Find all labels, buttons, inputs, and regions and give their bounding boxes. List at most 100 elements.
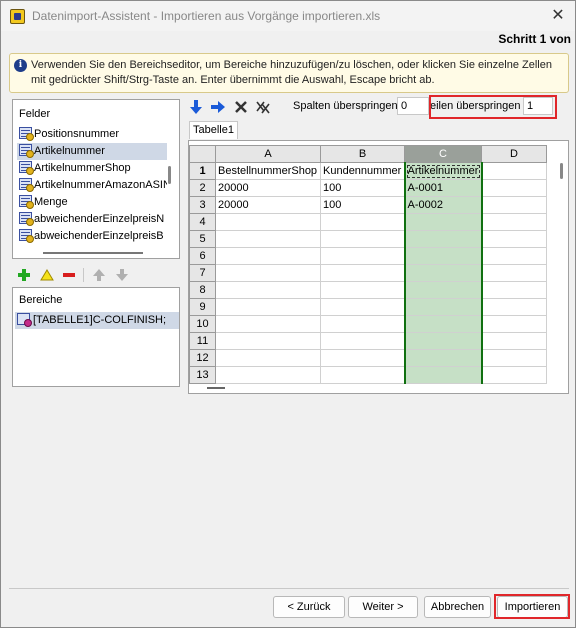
grid-cell[interactable] bbox=[481, 230, 547, 248]
grid-cell[interactable] bbox=[320, 213, 405, 231]
delete-area-icon[interactable] bbox=[61, 267, 77, 283]
grid-cell[interactable] bbox=[481, 196, 547, 214]
column-header-a[interactable]: A bbox=[215, 145, 321, 163]
grid-cell[interactable] bbox=[481, 349, 547, 367]
row-header[interactable]: 1 bbox=[189, 162, 216, 180]
grid-cell[interactable]: BestellnummerShop bbox=[215, 162, 321, 180]
grid-cell[interactable]: 100 bbox=[320, 179, 405, 197]
grid-cell[interactable] bbox=[403, 264, 483, 282]
spreadsheet[interactable]: A B C D 1 BestellnummerShop Kundennummer Artike… bbox=[188, 140, 569, 394]
grid-cell[interactable]: 100 bbox=[320, 196, 405, 214]
field-item[interactable]: abweichenderEinzelpreisN bbox=[17, 211, 167, 228]
area-item[interactable]: [TABELLE1]C-COLFINISH; bbox=[15, 312, 179, 329]
column-header-c[interactable]: C bbox=[404, 145, 482, 163]
grid-cell[interactable] bbox=[481, 162, 547, 180]
grid-cell[interactable] bbox=[320, 315, 405, 333]
grid-cell[interactable] bbox=[215, 332, 321, 350]
field-item[interactable]: Menge bbox=[17, 194, 167, 211]
clear-all-icon[interactable] bbox=[255, 99, 271, 115]
grid-cell[interactable] bbox=[481, 315, 547, 333]
add-area-icon[interactable] bbox=[16, 267, 32, 283]
fields-vertical-scrollbar[interactable] bbox=[168, 166, 171, 184]
next-button[interactable]: Weiter > bbox=[348, 596, 418, 618]
close-button[interactable]: ✕ bbox=[545, 4, 571, 28]
grid-cell[interactable] bbox=[403, 315, 483, 333]
grid-cell[interactable] bbox=[481, 247, 547, 265]
grid-cell[interactable] bbox=[403, 349, 483, 367]
cancel-button[interactable]: Abbrechen bbox=[424, 596, 491, 618]
row-header[interactable]: 8 bbox=[189, 281, 216, 299]
grid-corner[interactable] bbox=[189, 145, 216, 163]
grid-cell[interactable] bbox=[403, 281, 483, 299]
row-header[interactable]: 9 bbox=[189, 298, 216, 316]
grid-cell[interactable]: Artikelnummer bbox=[403, 162, 483, 180]
clear-selection-icon[interactable] bbox=[233, 99, 249, 115]
grid-cell[interactable] bbox=[215, 315, 321, 333]
row-header[interactable]: 3 bbox=[189, 196, 216, 214]
field-item[interactable]: ArtikelnummerAmazonASIN bbox=[17, 177, 167, 194]
grid-cell[interactable] bbox=[215, 247, 321, 265]
grid-cell[interactable] bbox=[481, 366, 547, 384]
grid-cell[interactable] bbox=[215, 281, 321, 299]
grid-cell[interactable] bbox=[215, 298, 321, 316]
grid-cell[interactable] bbox=[320, 349, 405, 367]
move-down-icon[interactable] bbox=[114, 267, 130, 283]
arrow-down-icon[interactable] bbox=[188, 99, 204, 115]
grid-cell[interactable] bbox=[481, 264, 547, 282]
row-header[interactable]: 7 bbox=[189, 264, 216, 282]
grid-cell[interactable] bbox=[320, 230, 405, 248]
row-header[interactable]: 11 bbox=[189, 332, 216, 350]
grid-cell[interactable] bbox=[215, 213, 321, 231]
skip-columns-input[interactable]: 0 bbox=[397, 97, 429, 115]
column-header-d[interactable]: D bbox=[481, 145, 547, 163]
field-item[interactable]: ArtikelnummerShop bbox=[17, 160, 167, 177]
row-header[interactable]: 13 bbox=[189, 366, 216, 384]
grid-cell[interactable] bbox=[215, 230, 321, 248]
field-item[interactable]: Artikelnummer bbox=[17, 143, 167, 160]
fields-horizontal-scrollbar[interactable] bbox=[43, 252, 143, 254]
row-header[interactable]: 2 bbox=[189, 179, 216, 197]
grid-cell[interactable] bbox=[481, 332, 547, 350]
grid-cell[interactable]: A-0001 bbox=[403, 179, 483, 197]
grid-cell[interactable]: 20000 bbox=[215, 196, 321, 214]
grid-cell[interactable] bbox=[320, 366, 405, 384]
column-header-b[interactable]: B bbox=[320, 145, 405, 163]
grid-cell[interactable] bbox=[481, 281, 547, 299]
grid-cell[interactable] bbox=[320, 264, 405, 282]
row-header[interactable]: 4 bbox=[189, 213, 216, 231]
move-up-icon[interactable] bbox=[91, 267, 107, 283]
field-item[interactable]: Positionsnummer bbox=[17, 126, 167, 143]
grid-cell[interactable] bbox=[320, 298, 405, 316]
row-header[interactable]: 6 bbox=[189, 247, 216, 265]
tab-tabelle1[interactable]: Tabelle1 bbox=[189, 121, 238, 139]
grid-cell[interactable]: 20000 bbox=[215, 179, 321, 197]
grid-cell[interactable] bbox=[215, 366, 321, 384]
grid-cell[interactable] bbox=[403, 298, 483, 316]
grid-cell[interactable] bbox=[403, 213, 483, 231]
row-header[interactable]: 5 bbox=[189, 230, 216, 248]
grid-cell[interactable] bbox=[215, 264, 321, 282]
sheet-horizontal-scrollbar[interactable] bbox=[207, 387, 225, 389]
grid-cell[interactable] bbox=[403, 366, 483, 384]
grid-cell[interactable] bbox=[403, 332, 483, 350]
back-button[interactable]: < Zurück bbox=[273, 596, 345, 618]
grid-cell[interactable] bbox=[320, 281, 405, 299]
row-header[interactable]: 10 bbox=[189, 315, 216, 333]
edit-area-icon[interactable] bbox=[39, 267, 55, 283]
grid-cell[interactable] bbox=[320, 247, 405, 265]
grid-cell[interactable] bbox=[403, 247, 483, 265]
row-header[interactable]: 12 bbox=[189, 349, 216, 367]
arrow-right-icon[interactable] bbox=[210, 99, 226, 115]
field-item[interactable]: abweichenderEinzelpreisB bbox=[17, 228, 167, 245]
grid-cell[interactable] bbox=[481, 213, 547, 231]
grid-cell[interactable] bbox=[320, 332, 405, 350]
grid-cell[interactable] bbox=[215, 349, 321, 367]
spreadsheet-grid[interactable]: A B C D 1 BestellnummerShop Kundennummer Artike… bbox=[189, 145, 547, 384]
grid-cell[interactable] bbox=[403, 230, 483, 248]
grid-cell[interactable] bbox=[481, 298, 547, 316]
grid-cell[interactable]: A-0002 bbox=[403, 196, 483, 214]
grid-cell[interactable] bbox=[481, 179, 547, 197]
sheet-vertical-scrollbar[interactable] bbox=[560, 163, 563, 179]
grid-cell[interactable]: Kundennummer bbox=[320, 162, 405, 180]
fields-list[interactable]: Positionsnummer Artikelnummer Artikelnumme… bbox=[17, 126, 167, 246]
